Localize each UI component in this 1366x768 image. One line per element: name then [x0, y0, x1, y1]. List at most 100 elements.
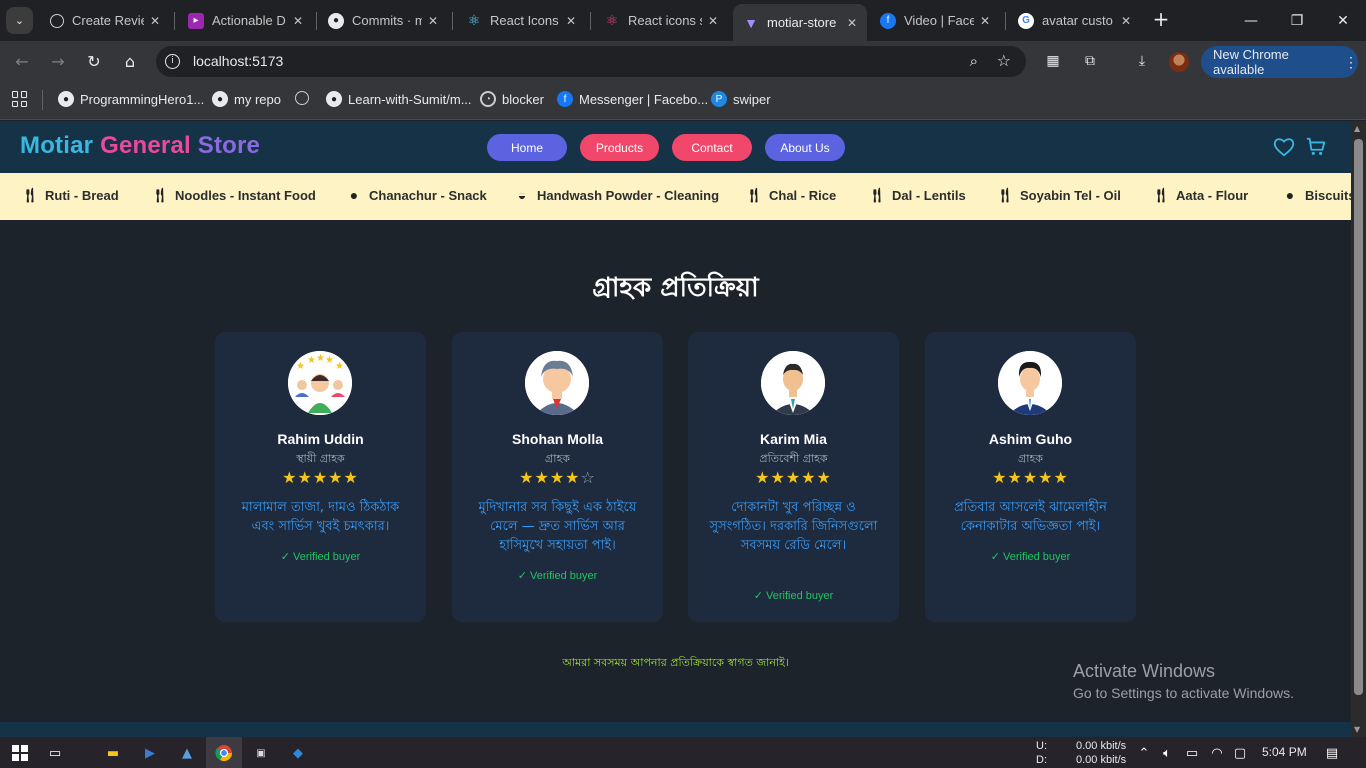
- battery-icon[interactable]: ▭: [1182, 743, 1202, 763]
- react-icon: ⚛: [605, 12, 619, 28]
- cart-icon[interactable]: [1305, 136, 1327, 158]
- new-tab-button[interactable]: +: [1150, 8, 1172, 32]
- powershell-icon[interactable]: ▶: [140, 743, 160, 763]
- reviewer-role: প্রতিবেশী গ্রাহক: [759, 452, 828, 465]
- review-comment: মালামাল তাজা, দামও ঠিকঠাক এবং সার্ভিস খু…: [241, 500, 400, 534]
- reviewer-role: গ্রাহক: [1018, 452, 1043, 465]
- file-explorer-icon[interactable]: ▬: [103, 743, 123, 763]
- page-scrollbar[interactable]: ▲ ▼: [1351, 121, 1366, 737]
- scroll-down-icon[interactable]: ▼: [1354, 725, 1360, 734]
- tray-chevron-up-icon[interactable]: ⌃: [1134, 743, 1154, 763]
- volume-icon[interactable]: 🔈︎: [1157, 743, 1177, 763]
- scrollbar-thumb[interactable]: [1354, 139, 1363, 695]
- verified-badge: ✓ Verified buyer: [280, 551, 361, 563]
- nav-products-button[interactable]: Products: [580, 134, 659, 161]
- bookmark-blocker[interactable]: ◔ blocker: [480, 91, 544, 107]
- site-logo[interactable]: Motiar General Store: [20, 132, 260, 160]
- windows-taskbar: ▭ ▬ ▶ ▲ ▣ ◆ U: D: 0.00 kbit/s 0.00 kbit/…: [0, 737, 1366, 768]
- tab-motiar-store[interactable]: ▼ motiar-store ✕: [733, 4, 867, 41]
- browser-toolbar: ← → ↻ ⌂ i localhost:5173 ⌕ ☆ ▦ ⧉ ⤓: [0, 41, 1366, 81]
- extensions-icon[interactable]: ⧉: [1081, 52, 1099, 70]
- forward-icon[interactable]: →: [48, 51, 68, 71]
- tab-actionable[interactable]: ▸ Actionable D ✕: [178, 5, 313, 36]
- svg-text:★: ★: [296, 361, 305, 372]
- tab-commits[interactable]: ● Commits · m ✕: [318, 5, 448, 36]
- tab-facebook-video[interactable]: f Video | Face ✕: [870, 5, 1000, 36]
- nav-contact-button[interactable]: Contact: [672, 134, 752, 161]
- category-item[interactable]: 🍴︎ Ruti - Bread: [21, 187, 119, 203]
- category-item[interactable]: 🍴︎ Dal - Lentils: [868, 187, 966, 203]
- swiper-icon: P: [711, 91, 727, 107]
- reviewer-name: Ashim Guho: [988, 431, 1073, 447]
- tab-avatar-search[interactable]: G avatar custo ✕: [1008, 5, 1141, 36]
- close-icon[interactable]: ✕: [847, 16, 857, 30]
- close-icon[interactable]: ✕: [428, 14, 438, 28]
- profile-avatar[interactable]: [1169, 52, 1189, 72]
- verified-badge: ✓ Verified buyer: [990, 551, 1071, 563]
- vite-icon: ▼: [744, 14, 758, 31]
- reload-icon[interactable]: ↻: [84, 51, 104, 71]
- avatar: [761, 351, 825, 415]
- nav-about-button[interactable]: About Us: [765, 134, 845, 161]
- windows-start-icon[interactable]: [10, 743, 30, 763]
- address-bar[interactable]: i localhost:5173 ⌕ ☆: [156, 46, 1026, 77]
- restore-icon[interactable]: ❐: [1274, 0, 1320, 41]
- category-item[interactable]: 🍴︎ Noodles - Instant Food: [151, 187, 316, 203]
- clock[interactable]: 5:04 PM: [1262, 745, 1307, 759]
- download-icon[interactable]: ⤓: [1133, 52, 1151, 70]
- brand-word: General: [100, 132, 191, 159]
- tab-create-review[interactable]: Create Revie ✕: [40, 5, 170, 36]
- notifications-icon[interactable]: ▤: [1322, 743, 1342, 763]
- category-label: Noodles - Instant Food: [175, 187, 316, 203]
- more-menu-icon[interactable]: ⋮: [1344, 54, 1358, 71]
- close-icon[interactable]: ✕: [150, 14, 160, 28]
- bookmark-my-repo[interactable]: ● my repo: [212, 91, 281, 107]
- bookmark-star-icon[interactable]: ☆: [997, 51, 1011, 70]
- home-icon[interactable]: ⌂: [120, 51, 140, 71]
- photos-icon[interactable]: ▲: [177, 743, 197, 763]
- tab-react-icons[interactable]: ⚛ React Icons ✕: [456, 5, 586, 36]
- vscode-icon[interactable]: ◆: [288, 743, 308, 763]
- site-navbar: Motiar General Store Home Products Conta…: [0, 121, 1351, 173]
- cmd-icon[interactable]: ▣: [251, 743, 271, 763]
- bookmark-learn-with-sumit[interactable]: ● Learn-with-Sumit/m...: [326, 91, 472, 107]
- scroll-up-icon[interactable]: ▲: [1354, 124, 1360, 133]
- svg-text:★: ★: [307, 355, 316, 366]
- close-icon[interactable]: ✕: [1121, 14, 1131, 28]
- star-rating: ★★★★☆: [519, 468, 596, 487]
- zoom-icon[interactable]: ⌕: [970, 52, 978, 70]
- screen-capture-icon[interactable]: ▢: [1230, 743, 1250, 763]
- tab-label: Commits · m: [352, 13, 422, 28]
- bookmark-swiper[interactable]: P swiper: [711, 91, 771, 107]
- section-title: গ্রাহক প্রতিক্রিয়া: [592, 273, 759, 303]
- window-close-icon[interactable]: ✕: [1320, 0, 1366, 41]
- category-item[interactable]: 🍴︎ Aata - Flour: [1152, 187, 1248, 203]
- category-item[interactable]: ● Biscuits: [1282, 187, 1351, 203]
- category-item[interactable]: ● Chanachur - Snack: [346, 187, 487, 203]
- task-view-icon[interactable]: ▭: [45, 743, 65, 763]
- tab-react-icons-search[interactable]: ⚛ React icons s ✕: [594, 5, 728, 36]
- close-icon[interactable]: ✕: [708, 14, 718, 28]
- chrome-taskbar-icon[interactable]: [206, 737, 242, 768]
- bookmark-chatgpt[interactable]: [295, 91, 315, 105]
- category-item[interactable]: 🍴︎ Chal - Rice: [745, 187, 836, 203]
- new-chrome-button[interactable]: New Chrome available ⋮: [1201, 46, 1358, 78]
- site-info-icon[interactable]: i: [165, 54, 180, 69]
- close-icon[interactable]: ✕: [293, 14, 303, 28]
- url-text[interactable]: localhost:5173: [193, 53, 283, 69]
- bookmark-messenger[interactable]: f Messenger | Facebo...: [557, 91, 708, 107]
- bookmark-programminghero[interactable]: ● ProgrammingHero1...: [58, 91, 204, 107]
- nav-home-button[interactable]: Home: [487, 134, 567, 161]
- category-item[interactable]: 🍴︎ Soyabin Tel - Oil: [996, 187, 1121, 203]
- apps-grid-icon[interactable]: [12, 91, 28, 107]
- back-icon[interactable]: ←: [12, 51, 32, 71]
- minimize-icon[interactable]: —: [1228, 0, 1274, 41]
- close-icon[interactable]: ✕: [566, 14, 576, 28]
- heart-icon[interactable]: [1273, 137, 1295, 157]
- tab-search-button[interactable]: ⌄: [6, 7, 33, 34]
- qr-code-icon[interactable]: ▦: [1044, 52, 1062, 70]
- wifi-icon[interactable]: ◠: [1207, 743, 1227, 763]
- close-icon[interactable]: ✕: [980, 14, 990, 28]
- category-item[interactable]: ◒ Handwash Powder - Cleaning: [514, 187, 719, 203]
- net-upload-label: U:: [1036, 740, 1047, 752]
